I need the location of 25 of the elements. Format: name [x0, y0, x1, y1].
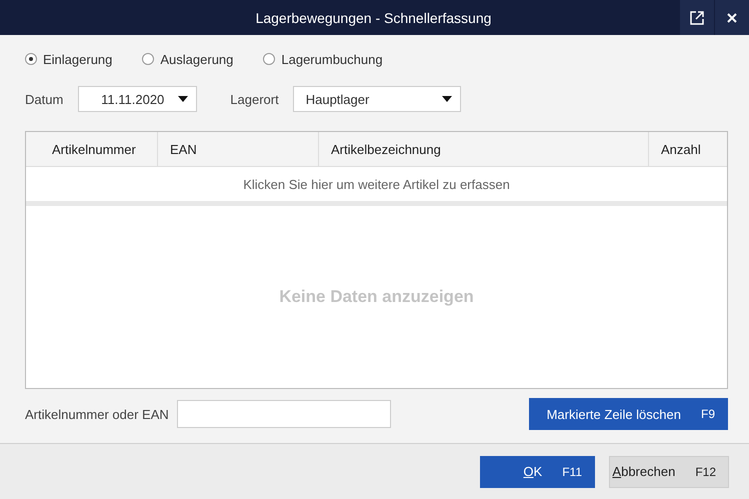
external-link-icon: [690, 10, 704, 24]
popout-button[interactable]: [680, 0, 714, 35]
location-dropdown[interactable]: Hauptlager: [292, 86, 461, 112]
ok-button[interactable]: OK F11: [480, 456, 595, 488]
close-icon: [727, 12, 737, 22]
window-title: Lagerbewegungen - Schnellerfassung: [254, 10, 492, 26]
radio-option[interactable]: Auslagerung: [142, 52, 234, 66]
close-button[interactable]: [715, 0, 749, 35]
article-input[interactable]: [176, 400, 391, 428]
field-label: Datum: [25, 92, 64, 106]
radio-option[interactable]: Lagerumbuchung: [263, 52, 383, 66]
column-header[interactable]: Artikelnummer: [26, 132, 157, 166]
field-label: Lagerort: [230, 92, 279, 106]
dropdown-arrow-icon: [442, 96, 452, 102]
column-header[interactable]: Anzahl: [648, 132, 727, 166]
empty-message: Keine Daten anzuzeigen: [279, 287, 474, 307]
column-header[interactable]: Artikelbezeichnung: [318, 132, 648, 166]
field-label: Artikelnummer oder EAN: [25, 406, 169, 422]
column-header[interactable]: EAN: [157, 132, 318, 166]
radio-option[interactable]: Einlagerung: [25, 52, 112, 66]
add-row[interactable]: Klicken Sie hier um weitere Artikel zu erfassen: [26, 167, 727, 206]
delete-row-button[interactable]: Markierte Zeile löschen F9: [529, 398, 728, 430]
date-dropdown[interactable]: 11.11.2020: [78, 86, 198, 112]
dropdown-arrow-icon: [178, 96, 188, 102]
cancel-button[interactable]: Abbrechen F12: [609, 456, 729, 488]
